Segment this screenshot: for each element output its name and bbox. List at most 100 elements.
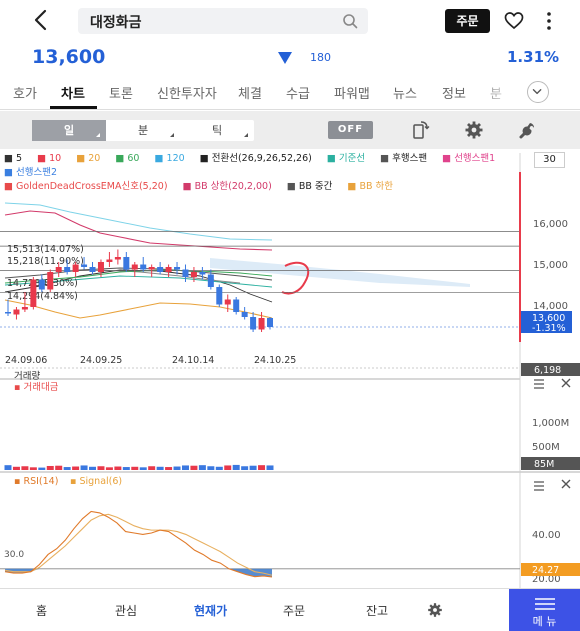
rsi-chart (0, 510, 520, 578)
rsi-panel-menu-icon[interactable] (534, 481, 544, 491)
candle-body (123, 257, 130, 270)
volume-bar (241, 466, 249, 470)
chart-toggle-off-button[interactable]: OFF (328, 121, 373, 139)
nav-balance[interactable]: 잔고 (366, 602, 388, 619)
volume-bar (105, 467, 113, 470)
tab-discussion[interactable]: 토론 (109, 83, 133, 102)
tab-news[interactable]: 뉴스 (393, 83, 417, 102)
tab-power-map[interactable]: 파워맵 (334, 83, 370, 102)
rsi-level-label: 30.0 (4, 550, 24, 560)
nav-order[interactable]: 주문 (283, 602, 305, 619)
tab-supply-demand[interactable]: 수급 (286, 83, 310, 102)
hamburger-icon (535, 598, 555, 610)
volume-bar (97, 466, 105, 470)
candle-body (13, 309, 20, 315)
rsi-panel-close-icon[interactable] (561, 479, 571, 489)
level-label-1: 15,513(14.07%) (7, 244, 84, 255)
menu-label: 메 뉴 (532, 615, 557, 628)
tab-shinhan-investors[interactable]: 신한투자자 (157, 83, 217, 102)
candle-body (165, 267, 172, 272)
search-icon[interactable] (342, 13, 358, 29)
date-tick-4: 24.10.25 (254, 355, 296, 366)
date-tick-2: 24.09.25 (80, 355, 122, 366)
candle-body (72, 264, 79, 272)
candle-body (64, 267, 71, 272)
stock-search-field[interactable]: 대정화금 (78, 8, 368, 34)
candle-body (241, 312, 248, 317)
tab-trades[interactable]: 체결 (238, 83, 262, 102)
wrench-icon[interactable] (518, 120, 538, 140)
signal-legend: ▪ Signal(6) (70, 476, 122, 487)
active-tab-indicator (50, 106, 97, 109)
candle-body (131, 264, 138, 270)
bottom-navigation: 홈 관심 현재가 주문 잔고 메 뉴 (0, 588, 580, 631)
nav-current-price[interactable]: 현재가 (194, 602, 227, 619)
volume-panel-close-icon[interactable] (561, 378, 571, 388)
stock-chart[interactable]: 15,513(14.07%) 15,218(11.90%) 14,728(8.3… (0, 153, 580, 588)
candle-body (148, 267, 155, 270)
tab-orderbook[interactable]: 호가 (13, 83, 37, 102)
stock-tabs: 호가 차트 토론 신한투자자 체결 수급 파워맵 뉴스 정보 분 (0, 76, 580, 110)
volume-tick-500m: 500M (532, 442, 560, 453)
candle-body (207, 274, 214, 287)
rotate-screen-icon[interactable] (410, 120, 430, 140)
nav-watchlist[interactable]: 관심 (115, 602, 137, 619)
candle-body (157, 267, 164, 272)
tabs-expand-button[interactable] (527, 81, 549, 103)
level-label-2: 15,218(11.90%) (7, 256, 84, 267)
volume-bar (63, 467, 71, 470)
period-day-button[interactable]: 일 (32, 120, 106, 141)
volume-bar (114, 466, 122, 470)
period-minute-button[interactable]: 분 (106, 120, 180, 141)
candle-body (258, 318, 265, 330)
period-selector: 일 분 틱 (32, 120, 254, 141)
back-arrow-icon[interactable] (30, 8, 54, 32)
rsi-line (4, 510, 273, 578)
candle-body (250, 317, 257, 330)
volume-bar (72, 466, 80, 470)
period-tick-button[interactable]: 틱 (180, 120, 254, 141)
candle-body (216, 287, 223, 305)
candle-body (199, 272, 206, 275)
chart-toolbar: 일 분 틱 OFF (0, 111, 580, 149)
volume-bar (148, 466, 156, 470)
candle-body (224, 299, 231, 305)
volume-bar (266, 465, 274, 470)
candle-body (174, 267, 181, 270)
heart-icon[interactable] (504, 11, 524, 31)
ichimoku-cloud (210, 258, 470, 287)
nav-home[interactable]: 홈 (36, 602, 47, 619)
candle-body (233, 299, 240, 312)
price-tick-14000: 14,000 (533, 301, 568, 312)
down-triangle-icon (278, 52, 292, 64)
candle-body (89, 267, 96, 272)
tab-chart[interactable]: 차트 (61, 83, 85, 102)
current-price: 13,600 (32, 46, 106, 68)
chevron-down-icon (532, 89, 542, 95)
tab-info[interactable]: 정보 (442, 83, 466, 102)
signal-line (4, 513, 273, 576)
rsi-tick-40: 40.00 (532, 530, 561, 541)
menu-button[interactable]: 메 뉴 (509, 589, 580, 631)
more-vertical-icon[interactable] (540, 10, 558, 32)
volume-bar (258, 465, 266, 470)
bb-lower-line (4, 299, 273, 319)
candle-body (190, 272, 197, 277)
volume-bar (215, 466, 223, 470)
volume-bar (198, 465, 206, 470)
top-bar: 대정화금 주문 (0, 0, 580, 42)
order-button[interactable]: 주문 (445, 9, 490, 33)
candle-body (267, 318, 273, 327)
settings-gear-icon[interactable] (427, 602, 443, 618)
volume-bar (89, 466, 97, 470)
price-tick-16000: 16,000 (533, 219, 568, 230)
gear-icon[interactable] (464, 120, 484, 140)
ma120-line (4, 202, 273, 241)
volume-top-badge-value: 6,198 (534, 365, 561, 376)
volume-panel-title: 거래량 (14, 370, 40, 382)
volume-bar (38, 467, 46, 470)
volume-last-badge-value: 85M (534, 459, 554, 470)
volume-panel-menu-icon[interactable] (534, 379, 544, 389)
volume-series-label: ▪ 거래대금 (14, 382, 59, 393)
volume-bar (156, 466, 164, 470)
